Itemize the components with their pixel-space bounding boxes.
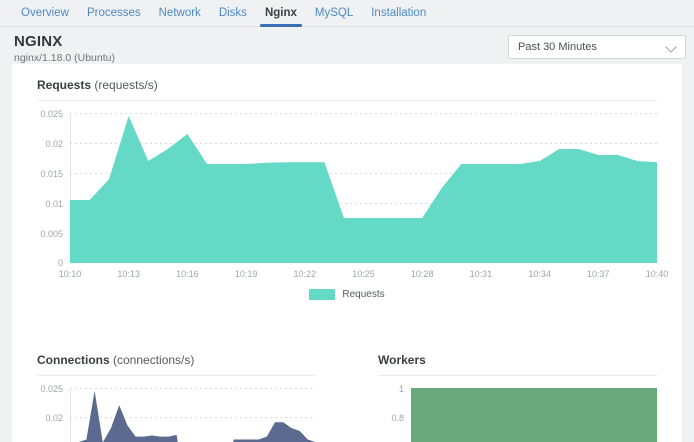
- y-axis-tick-label: 0.005: [37, 228, 63, 240]
- x-axis-tick-label: 10:34: [528, 269, 551, 279]
- x-axis-tick-label: 10:25: [352, 269, 375, 279]
- x-axis-tick-label: 10:28: [411, 269, 434, 279]
- y-axis-tick-label: 0.01: [37, 198, 63, 210]
- time-range-value: Past 30 Minutes: [518, 41, 597, 53]
- charts-panel: Requests (requests/s) 0.0250.020.0150.01…: [12, 64, 682, 442]
- y-axis-tick-label: 0.02: [37, 138, 63, 150]
- connections-chart-title: Connections (connections/s): [24, 353, 329, 367]
- y-axis-tick-label: 0.025: [37, 108, 63, 120]
- divider: [37, 100, 657, 101]
- time-range-select[interactable]: Past 30 Minutes: [508, 35, 686, 59]
- y-axis-tick-label: 0.02: [37, 412, 63, 424]
- connections-chart-block: Connections (connections/s) 0.0250.020.0…: [24, 353, 329, 442]
- top-tab-bar: Overview Processes Network Disks Nginx M…: [0, 0, 694, 27]
- area-chart-svg: [70, 388, 316, 442]
- requests-chart-title-text: Requests: [37, 78, 91, 92]
- connections-chart-unit: (connections/s): [113, 353, 194, 367]
- tab-installation[interactable]: Installation: [362, 0, 435, 26]
- x-axis-tick-label: 10:10: [59, 269, 82, 279]
- workers-chart-title: Workers: [365, 353, 670, 367]
- x-axis-tick-label: 10:31: [470, 269, 493, 279]
- y-axis-tick-label: 1: [378, 383, 404, 395]
- connections-chart-plot[interactable]: 0.0250.020.0150.010.0050: [37, 388, 316, 442]
- y-axis-tick-label: 0.015: [37, 168, 63, 180]
- requests-legend-label: Requests: [342, 289, 384, 300]
- tab-mysql[interactable]: MySQL: [306, 0, 362, 26]
- requests-legend: Requests: [24, 287, 670, 301]
- x-axis-tick-label: 10:16: [176, 269, 199, 279]
- bottom-charts-row: Connections (connections/s) 0.0250.020.0…: [24, 353, 670, 442]
- divider: [378, 375, 657, 376]
- page-header: NGINX nginx/1.18.0 (Ubuntu) Past 30 Minu…: [0, 27, 694, 64]
- workers-chart-block: Workers 10.80.60.40.20: [365, 353, 670, 442]
- divider: [37, 375, 316, 376]
- requests-x-axis-labels: 10:10 10:13 10:16 10:19 10:22 10:25 10:28 10:31…: [37, 267, 657, 283]
- area-chart-svg: [411, 388, 657, 442]
- tab-network[interactable]: Network: [150, 0, 210, 26]
- workers-chart-title-text: Workers: [378, 353, 426, 367]
- tab-processes[interactable]: Processes: [78, 0, 150, 26]
- connections-chart-title-text: Connections: [37, 353, 110, 367]
- requests-chart-title: Requests (requests/s): [24, 78, 670, 92]
- tab-disks[interactable]: Disks: [210, 0, 256, 26]
- requests-chart-plot[interactable]: 0.0250.020.0150.010.0050: [37, 113, 657, 263]
- x-axis-tick-label: 10:40: [646, 269, 669, 279]
- tab-overview[interactable]: Overview: [12, 0, 78, 26]
- y-axis-tick-label: 0.8: [378, 412, 404, 424]
- x-axis-tick-label: 10:19: [235, 269, 258, 279]
- x-axis-tick-label: 10:37: [587, 269, 610, 279]
- x-axis-tick-label: 10:22: [294, 269, 317, 279]
- requests-chart-unit: (requests/s): [94, 78, 157, 92]
- area-chart-svg: [70, 113, 657, 263]
- workers-chart-plot[interactable]: 10.80.60.40.20: [378, 388, 657, 442]
- requests-legend-swatch: [309, 289, 335, 300]
- tab-nginx[interactable]: Nginx: [256, 0, 306, 26]
- requests-chart-block: Requests (requests/s) 0.025 0.02 0.015 0.01…: [24, 78, 670, 301]
- x-axis-tick-label: 10:13: [117, 269, 140, 279]
- y-axis-tick-label: 0.025: [37, 383, 63, 395]
- chevron-down-icon: [667, 41, 676, 50]
